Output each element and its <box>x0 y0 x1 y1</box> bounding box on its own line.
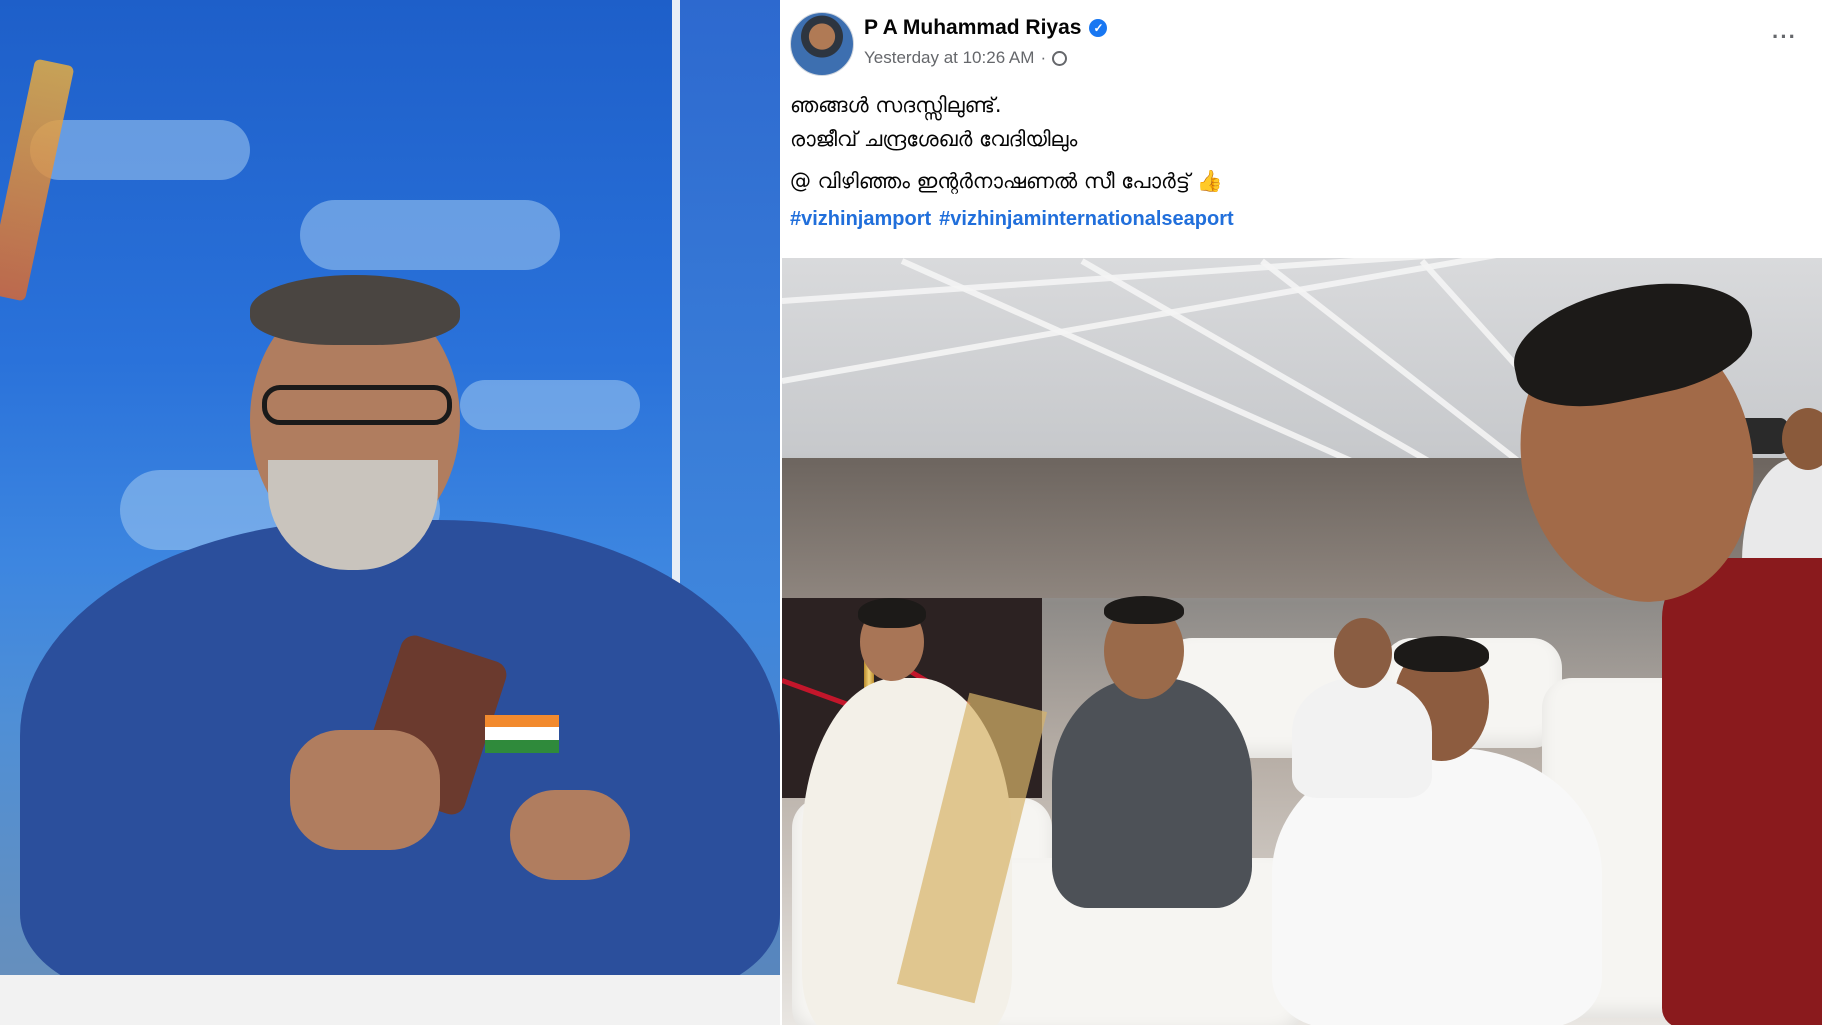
person-hand <box>510 790 630 880</box>
author-name[interactable]: P A Muhammad Riyas ✓ <box>864 16 1108 40</box>
man-hair <box>1394 636 1489 672</box>
hashtag-list: #vizhinjamport #vizhinjaminternationalse… <box>790 208 1234 231</box>
man-grey-shirt <box>1052 678 1252 908</box>
post-text-line: രാജീവ് ചന്ദ്രശേഖർ വേദിയിലും <box>790 127 1078 151</box>
left-photo <box>0 0 780 1025</box>
flag-pin <box>485 715 559 753</box>
woman-hair <box>858 598 926 628</box>
sky-cloud <box>460 380 640 430</box>
post-timestamp[interactable]: Yesterday at 10:26 AM <box>864 48 1034 68</box>
man-white-back <box>1292 678 1432 798</box>
screen-graphic <box>0 58 75 302</box>
post-text: ഞങ്ങൾ സദസ്സിലുണ്ട്. രാജീവ് ചന്ദ്രശേഖർ വേ… <box>790 88 1790 198</box>
author-avatar[interactable] <box>790 12 854 76</box>
post-text-line-last: @ വിഴിഞ്ഞം ഇന്റർനാഷണൽ സീ പോർട്ട് 👍 <box>790 164 1790 198</box>
tent-beam <box>782 258 1481 304</box>
post-photo[interactable] <box>782 258 1822 1025</box>
more-options-icon[interactable]: ··· <box>1772 24 1797 50</box>
hashtag-link[interactable]: #vizhinjamport <box>790 208 931 231</box>
post-meta: Yesterday at 10:26 AM · <box>864 48 1068 68</box>
hashtag-link[interactable]: #vizhinjaminternationalseaport <box>939 208 1234 231</box>
meta-separator: · <box>1040 48 1047 67</box>
eyeglasses <box>262 385 452 425</box>
man-red-shirt <box>1662 558 1822 1025</box>
post-text-line: ഞങ്ങൾ സദസ്സിലുണ്ട്. <box>790 93 1002 117</box>
person-hair <box>250 275 460 345</box>
sky-cloud <box>30 120 250 180</box>
verified-badge-icon: ✓ <box>1089 19 1108 37</box>
sky-cloud <box>300 200 560 270</box>
author-name-text[interactable]: P A Muhammad Riyas <box>864 16 1081 40</box>
globe-icon[interactable] <box>1052 50 1068 66</box>
thumbs-up-icon: 👍 <box>1196 169 1223 193</box>
person-hand <box>290 730 440 850</box>
post-text-location: @ വിഴിഞ്ഞം ഇന്റർനാഷണൽ സീ പോർട്ട് <box>790 169 1190 193</box>
man-hair <box>1104 596 1184 624</box>
man-head <box>1334 618 1392 688</box>
stage-floor <box>0 975 780 1025</box>
